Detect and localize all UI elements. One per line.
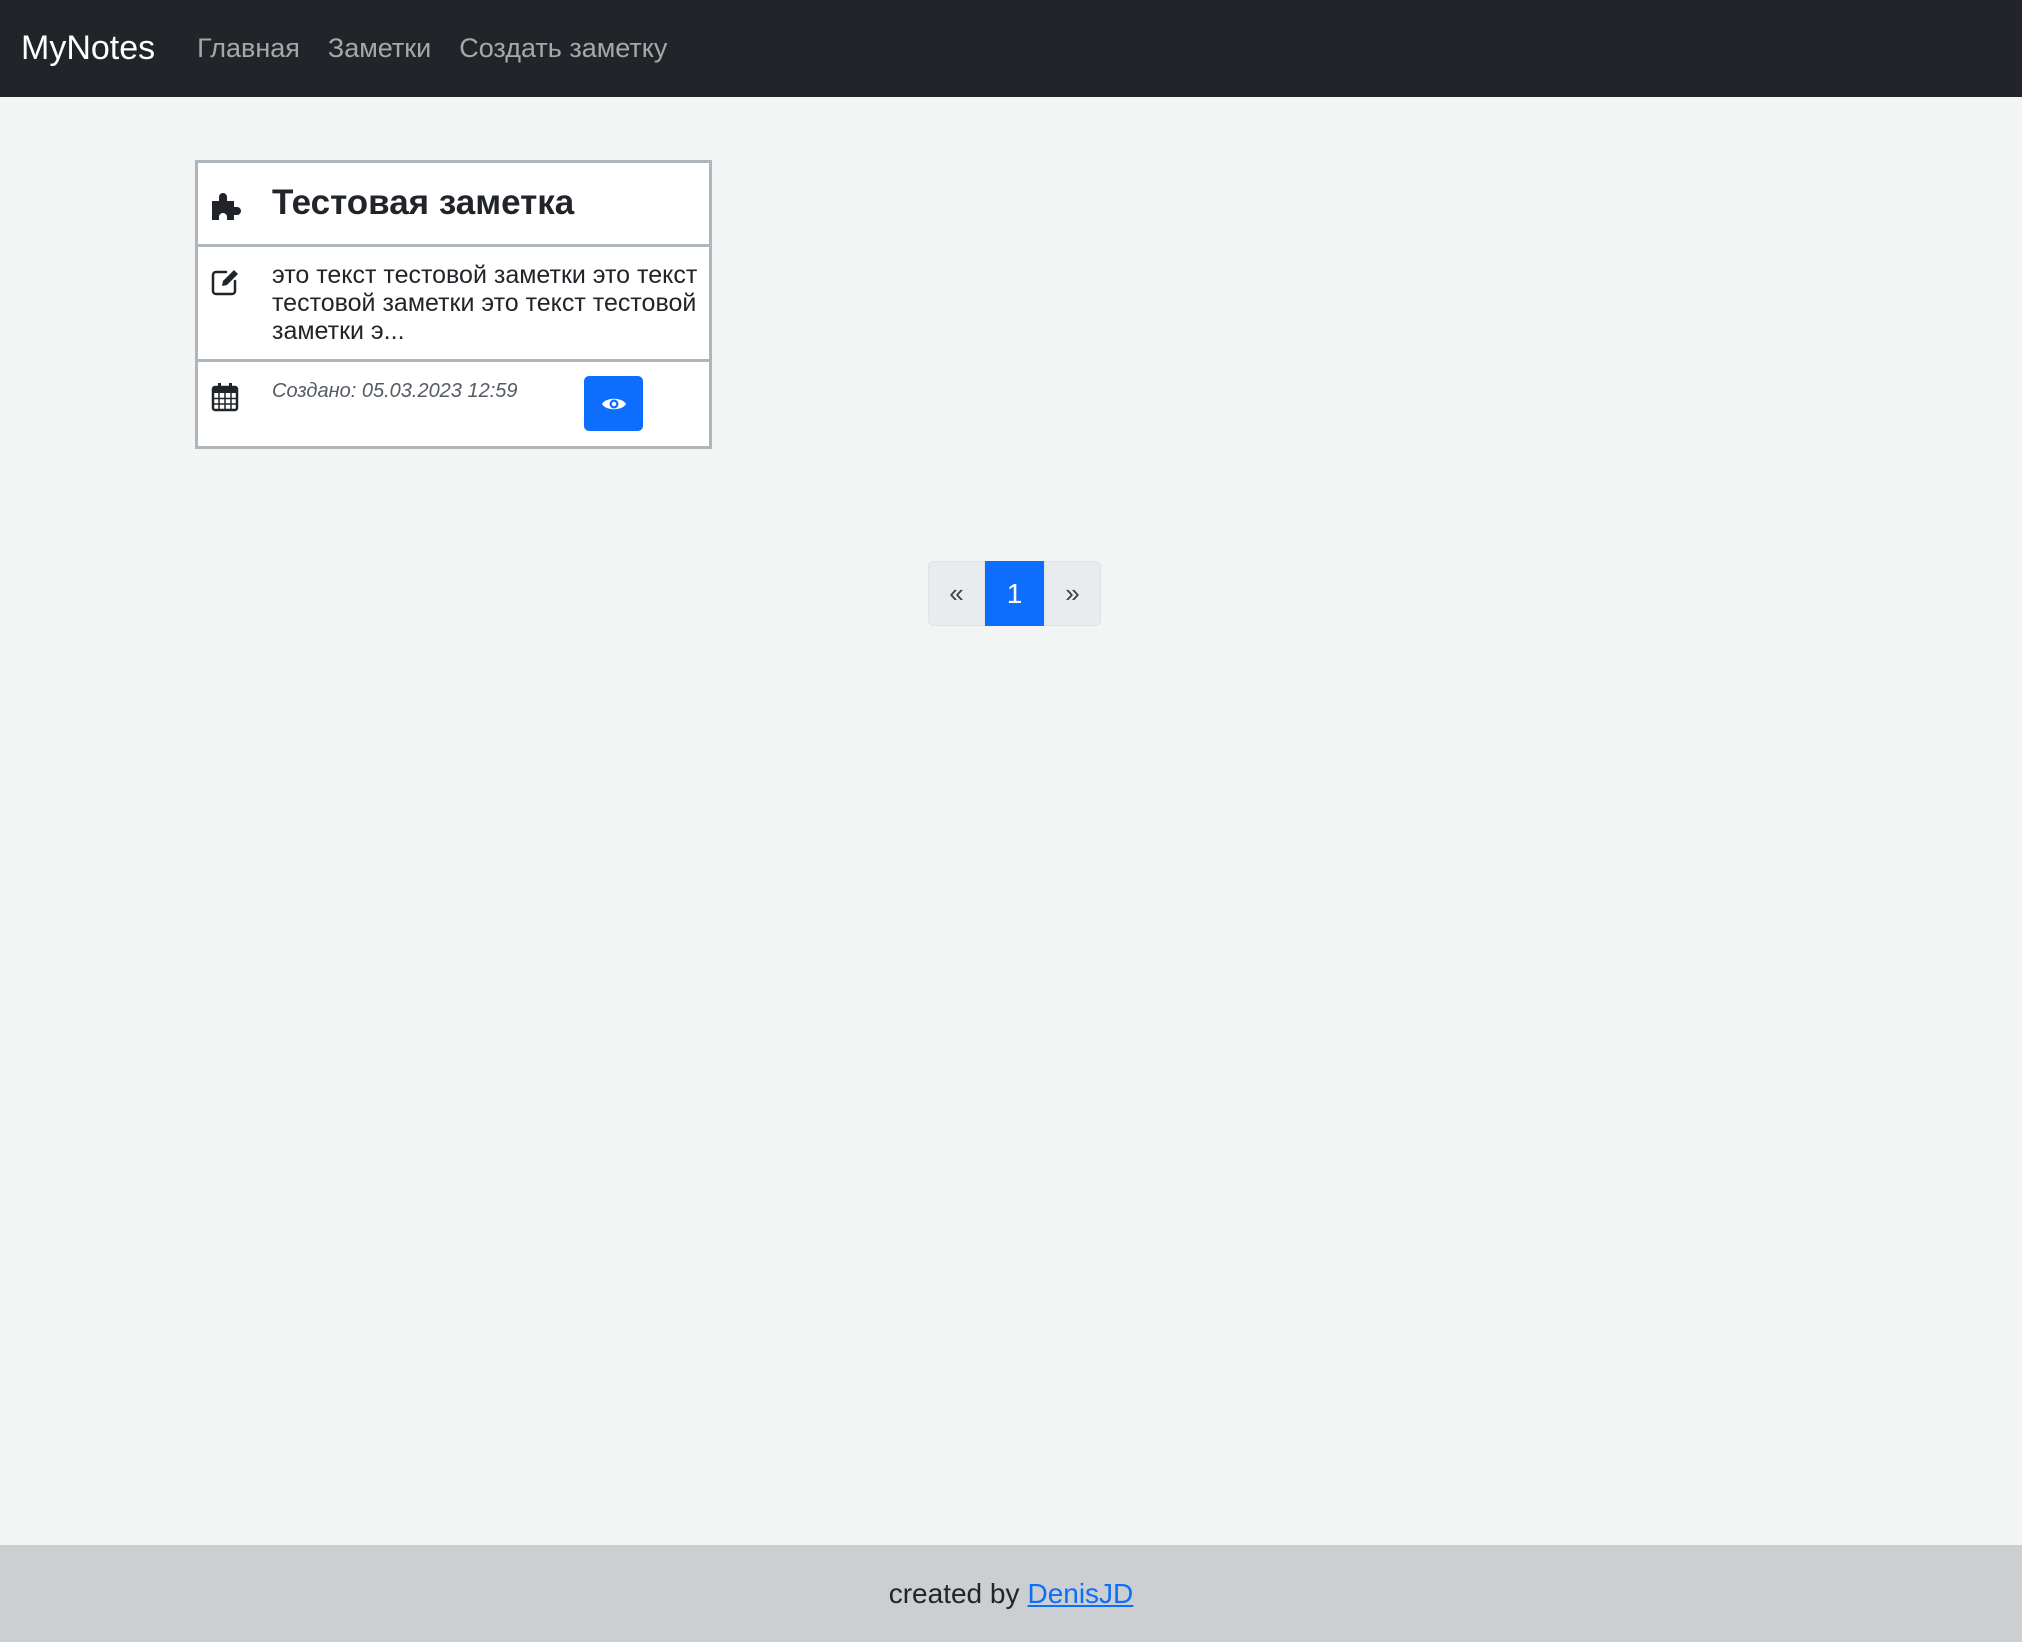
calendar-icon bbox=[211, 383, 239, 412]
nav-link-notes[interactable]: Заметки bbox=[328, 33, 431, 64]
brand-link[interactable]: MyNotes bbox=[21, 29, 155, 68]
edit-icon bbox=[211, 270, 238, 296]
footer-author-link[interactable]: DenisJD bbox=[1027, 1578, 1133, 1610]
footer: created by DenisJD bbox=[0, 1545, 2022, 1642]
note-text-row: это текст тестовой заметки это текст тес… bbox=[198, 247, 709, 362]
navbar: MyNotes Главная Заметки Создать заметку bbox=[0, 0, 2022, 97]
pagination: « 1 » bbox=[928, 561, 1101, 626]
pagination-page-1[interactable]: 1 bbox=[985, 561, 1044, 626]
footer-text: created by bbox=[888, 1577, 1020, 1609]
pagination-next[interactable]: » bbox=[1044, 561, 1101, 626]
puzzle-icon bbox=[212, 193, 241, 220]
note-card: Тестовая заметка это текст тестовой заме… bbox=[195, 160, 712, 449]
eye-icon bbox=[601, 398, 626, 409]
note-title: Тестовая заметка bbox=[272, 183, 575, 222]
view-note-button[interactable] bbox=[584, 376, 643, 431]
note-created-date: Создано: 05.03.2023 12:59 bbox=[272, 380, 518, 402]
pagination-prev[interactable]: « bbox=[928, 561, 985, 626]
note-text: это текст тестовой заметки это текст тес… bbox=[272, 261, 698, 345]
nav-link-create-note[interactable]: Создать заметку bbox=[459, 33, 667, 64]
note-title-row: Тестовая заметка bbox=[198, 163, 709, 247]
note-footer-row: Создано: 05.03.2023 12:59 bbox=[198, 362, 709, 446]
nav-link-home[interactable]: Главная bbox=[197, 33, 300, 64]
